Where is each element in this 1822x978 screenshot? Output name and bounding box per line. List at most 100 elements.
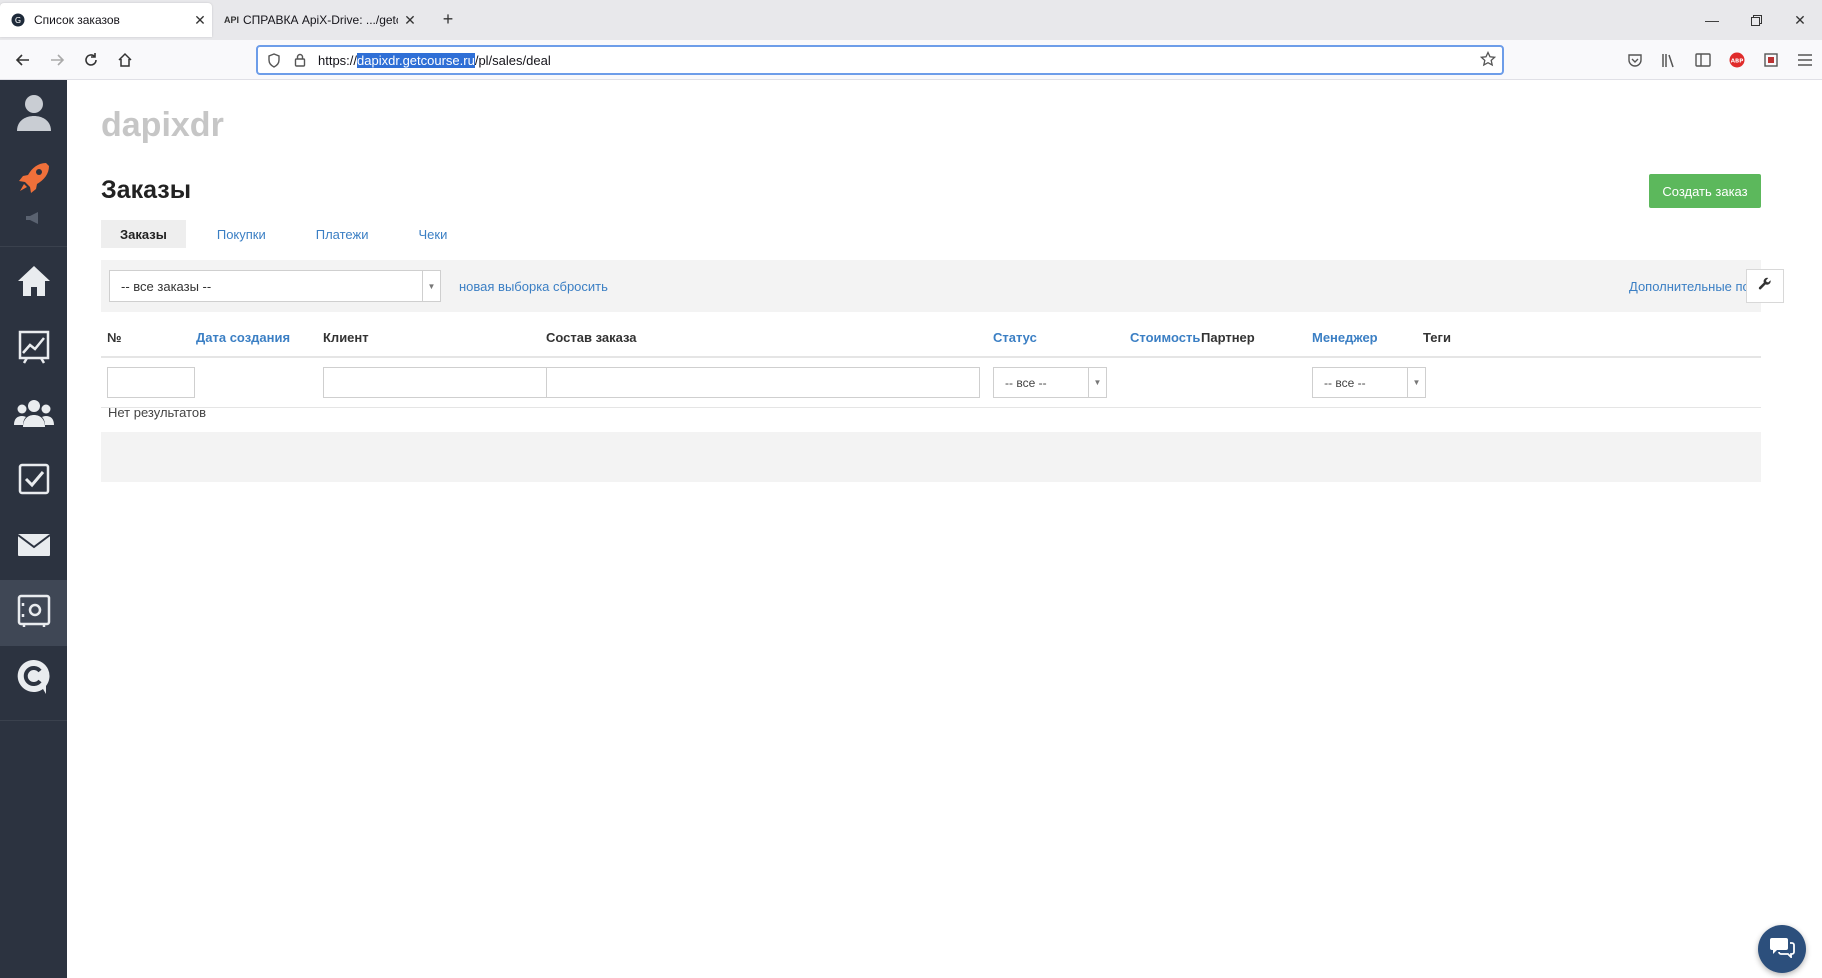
- browser-tab-inactive[interactable]: API СПРАВКА ApiX-Drive: .../getco ✕: [216, 3, 422, 37]
- manager-filter-value: -- все --: [1324, 375, 1366, 390]
- browser-nav-bar: https://dapixdr.getcourse.ru/pl/sales/de…: [0, 40, 1822, 80]
- subtabs: Заказы Покупки Платежи Чеки: [101, 220, 478, 248]
- chevron-down-icon: ▼: [1088, 368, 1106, 397]
- sidebar-item-messages[interactable]: [0, 514, 67, 580]
- reload-icon[interactable]: [78, 47, 104, 73]
- tab-purchases[interactable]: Покупки: [198, 220, 285, 248]
- table-footer: [101, 432, 1761, 482]
- checkbox-icon: [18, 463, 50, 500]
- users-icon: [13, 397, 54, 434]
- home-icon: [16, 264, 52, 303]
- url-bar[interactable]: https://dapixdr.getcourse.ru/pl/sales/de…: [256, 45, 1504, 75]
- column-manager[interactable]: Менеджер: [1312, 330, 1378, 345]
- tab-receipts[interactable]: Чеки: [399, 220, 466, 248]
- mail-icon: [16, 533, 51, 562]
- chevron-down-icon: ▼: [422, 271, 440, 301]
- segment-select[interactable]: -- все заказы -- ▼: [109, 270, 441, 302]
- window-controls: — ✕: [1690, 0, 1822, 40]
- column-tags: Теги: [1423, 330, 1451, 345]
- app-sidebar: [0, 80, 67, 978]
- chat-widget-button[interactable]: [1758, 925, 1806, 973]
- api-favicon-icon: API: [224, 15, 240, 25]
- column-partner: Партнер: [1201, 330, 1255, 345]
- url-selected-domain: dapixdr.getcourse.ru: [357, 52, 475, 68]
- sidebar-item-notifications[interactable]: [0, 204, 67, 236]
- url-prefix: https://: [318, 52, 358, 68]
- empty-message: Нет результатов: [108, 405, 206, 420]
- close-tab-icon[interactable]: ✕: [188, 12, 212, 29]
- toolbar-right: ABP: [1618, 46, 1822, 74]
- rocket-icon: [16, 159, 52, 200]
- filter-bar: -- все заказы -- ▼ новая выборка сбросит…: [101, 260, 1784, 312]
- extra-fields-link[interactable]: Дополнительные поля: [1629, 279, 1764, 294]
- chevron-down-icon: ▼: [1407, 368, 1425, 397]
- column-order-items: Состав заказа: [546, 330, 637, 345]
- getcourse-favicon-icon: G: [10, 12, 26, 28]
- url-path: /pl/sales/deal: [474, 52, 551, 68]
- sidebar-item-profile[interactable]: [0, 80, 67, 146]
- user-avatar-icon: [12, 89, 56, 138]
- settings-button[interactable]: [1746, 269, 1784, 303]
- shield-icon[interactable]: [264, 52, 284, 68]
- restore-icon[interactable]: [1734, 0, 1778, 40]
- reset-link[interactable]: сбросить: [553, 279, 608, 294]
- column-number: №: [107, 330, 122, 345]
- sidebar-item-users[interactable]: [0, 382, 67, 448]
- svg-text:ABP: ABP: [1731, 59, 1743, 65]
- svg-text:G: G: [15, 16, 21, 25]
- back-icon[interactable]: [10, 47, 36, 73]
- school-name[interactable]: dapixdr: [101, 106, 224, 145]
- adblock-icon[interactable]: ABP: [1720, 46, 1754, 74]
- safe-icon: [17, 594, 51, 633]
- column-filter-row: -- все -- ▼ -- все -- ▼: [101, 360, 1761, 408]
- sidebar-divider: [0, 246, 67, 247]
- sidebar-item-tasks[interactable]: [0, 448, 67, 514]
- browser-tab-active[interactable]: G Список заказов ✕: [0, 3, 212, 37]
- close-tab-icon[interactable]: ✕: [398, 12, 422, 29]
- chat-icon: [1769, 936, 1795, 963]
- new-tab-button[interactable]: +: [436, 8, 460, 32]
- number-filter-input[interactable]: [107, 367, 195, 398]
- tab-orders[interactable]: Заказы: [101, 220, 186, 248]
- tab-title: СПРАВКА ApiX-Drive: .../getco: [243, 13, 398, 27]
- sidebar-item-reports[interactable]: [0, 316, 67, 382]
- close-window-icon[interactable]: ✕: [1778, 0, 1822, 40]
- sidebar-item-home[interactable]: [0, 250, 67, 316]
- sidebar-toggle-icon[interactable]: [1686, 46, 1720, 74]
- library-icon[interactable]: [1652, 46, 1686, 74]
- sidebar-item-getcourse[interactable]: [0, 646, 67, 712]
- browser-tab-strip: G Список заказов ✕ API СПРАВКА ApiX-Driv…: [0, 0, 1822, 40]
- url-text[interactable]: https://dapixdr.getcourse.ru/pl/sales/de…: [318, 52, 551, 68]
- tab-payments[interactable]: Платежи: [297, 220, 388, 248]
- client-filter-input[interactable]: [323, 367, 567, 398]
- chart-icon: [18, 330, 50, 369]
- column-created-date[interactable]: Дата создания: [196, 330, 290, 345]
- pocket-icon[interactable]: [1618, 46, 1652, 74]
- main-content: dapixdr Заказы Создать заказ Заказы Поку…: [67, 80, 1822, 978]
- forward-icon[interactable]: [44, 47, 70, 73]
- menu-icon[interactable]: [1788, 46, 1822, 74]
- order-items-filter-input[interactable]: [546, 367, 980, 398]
- extension-icon[interactable]: [1754, 46, 1788, 74]
- new-selection-link[interactable]: новая выборка: [459, 279, 549, 294]
- column-client: Клиент: [323, 330, 369, 345]
- status-filter-value: -- все --: [1005, 375, 1047, 390]
- column-cost[interactable]: Стоимость: [1130, 330, 1200, 345]
- page-title: Заказы: [101, 176, 192, 204]
- home-icon[interactable]: [112, 47, 138, 73]
- tab-title: Список заказов: [34, 13, 120, 27]
- segment-select-value: -- все заказы --: [121, 278, 212, 294]
- manager-filter-select[interactable]: -- все -- ▼: [1312, 367, 1426, 398]
- wrench-icon: [1758, 277, 1772, 296]
- getcourse-logo-icon: [16, 658, 52, 701]
- column-status[interactable]: Статус: [993, 330, 1037, 345]
- status-filter-select[interactable]: -- все -- ▼: [993, 367, 1107, 398]
- bookmark-star-icon[interactable]: [1479, 50, 1497, 70]
- table-header: № Дата создания Клиент Состав заказа Ста…: [101, 318, 1761, 358]
- minimize-icon[interactable]: —: [1690, 0, 1734, 40]
- sidebar-item-start[interactable]: [0, 146, 67, 212]
- create-order-button[interactable]: Создать заказ: [1649, 174, 1761, 208]
- megaphone-icon: [24, 211, 44, 230]
- sidebar-item-sales[interactable]: [0, 580, 67, 646]
- lock-icon[interactable]: [290, 53, 310, 67]
